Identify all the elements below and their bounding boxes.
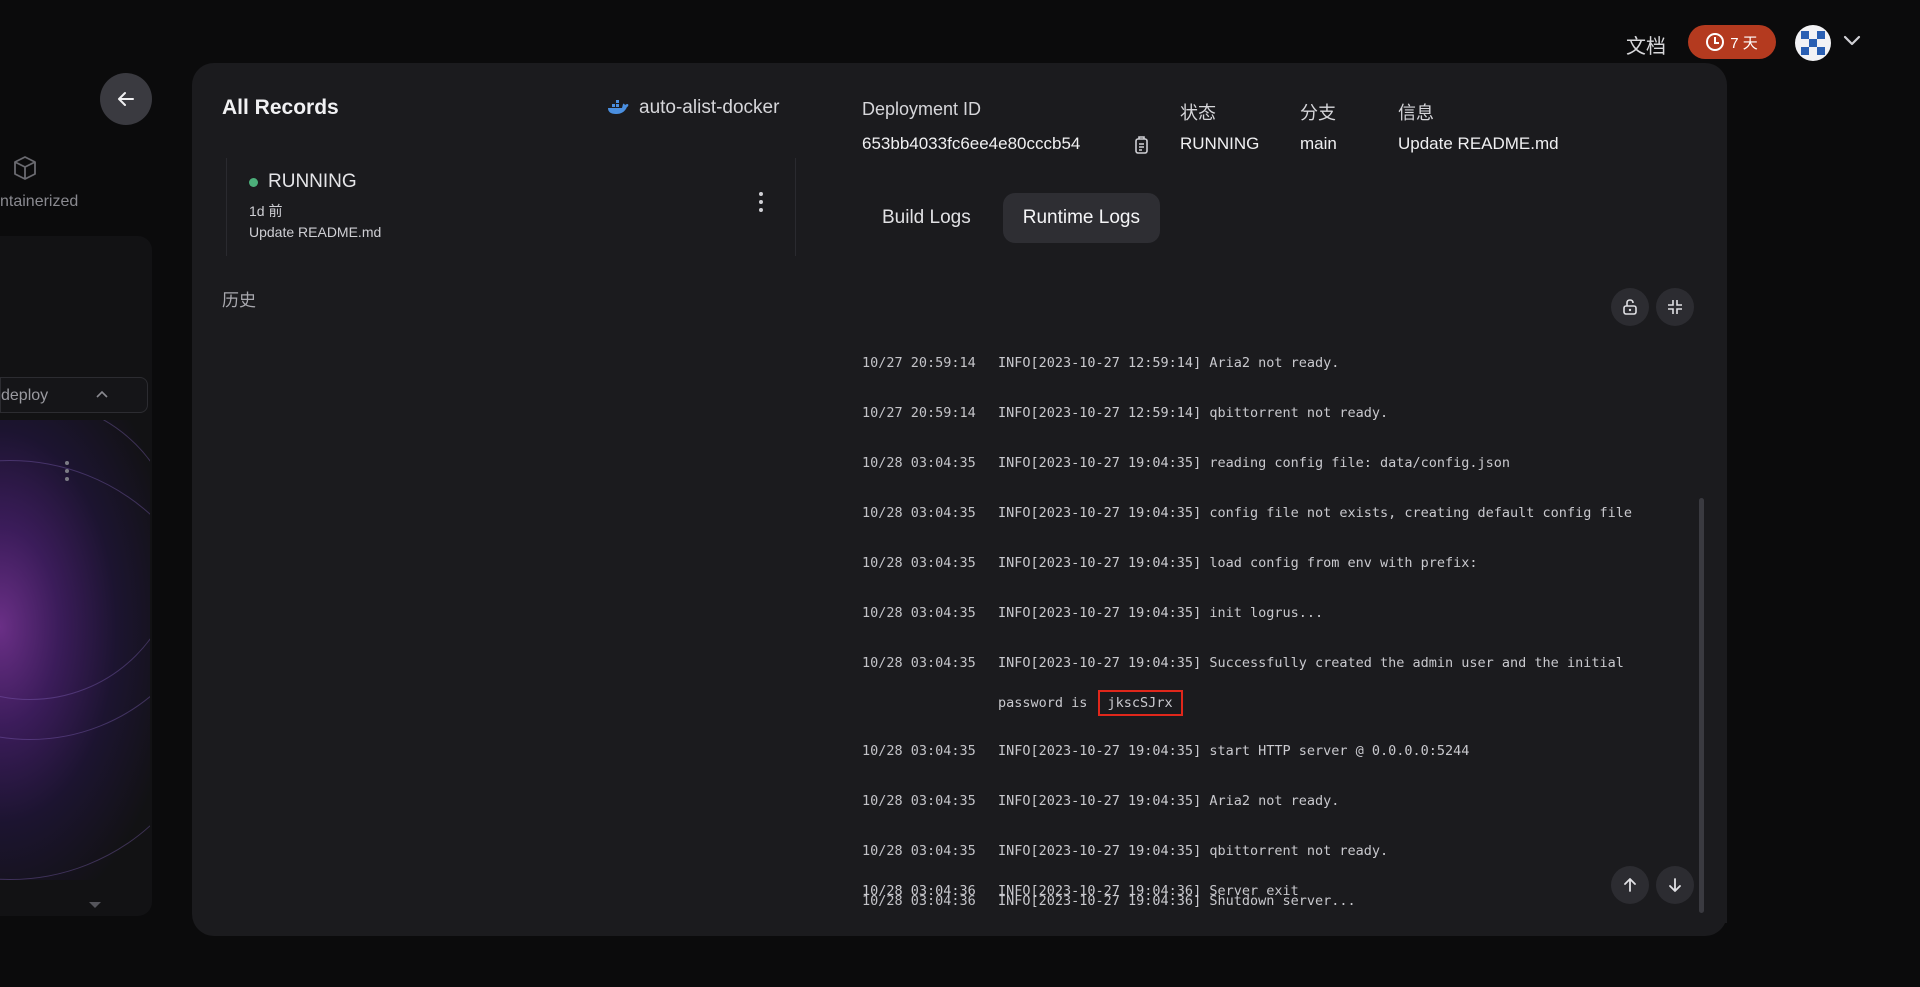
info-value: Update README.md <box>1398 134 1559 153</box>
trial-label: 7 天 <box>1730 34 1758 52</box>
record-message: Update README.md <box>249 224 382 240</box>
status-value: RUNNING <box>1180 134 1260 153</box>
deploy-label: deploy <box>1 387 49 404</box>
chevron-down-icon[interactable] <box>1840 28 1864 52</box>
info-label: 信息 <box>1398 103 1434 123</box>
scroll-top-button[interactable] <box>1611 866 1649 904</box>
password-highlight: jkscSJrx <box>1097 690 1183 716</box>
tab-runtime-logs[interactable]: Runtime Logs <box>1002 193 1160 243</box>
log-line: 10/28 03:04:35 INFO[2023-10-27 19:04:35]… <box>862 455 1511 471</box>
records-title: All Records <box>222 96 339 119</box>
log-line: 10/28 03:04:35 INFO[2023-10-27 19:04:35]… <box>862 555 1478 571</box>
deploy-select[interactable]: deploy <box>0 377 148 413</box>
background-page: ntainerized deploy <box>0 60 160 960</box>
tab-build-logs[interactable]: Build Logs <box>862 193 991 243</box>
more-vertical-icon[interactable] <box>751 188 771 216</box>
arrow-left-icon <box>118 92 134 106</box>
record-item[interactable]: RUNNING 1d 前 Update README.md <box>226 158 796 256</box>
back-button[interactable] <box>100 73 152 125</box>
deployment-panel: Deployment ID 653bb4033fc6ee4e80cccb54 状… <box>832 63 1727 936</box>
deployment-id-label: Deployment ID <box>862 99 982 119</box>
log-line: 10/28 03:04:35 INFO[2023-10-27 19:04:35]… <box>862 655 1624 671</box>
log-line: 10/28 03:04:35 INFO[2023-10-27 19:04:35]… <box>862 843 1389 859</box>
log-line: 10/28 03:04:35 INFO[2023-10-27 19:04:35]… <box>862 793 1340 809</box>
collapse-button[interactable] <box>1656 288 1694 326</box>
deployment-id-value: 653bb4033fc6ee4e80cccb54 <box>862 134 1081 153</box>
log-line: 10/28 03:04:35 INFO[2023-10-27 19:04:35]… <box>862 605 1324 621</box>
copy-icon[interactable] <box>1132 135 1150 155</box>
docs-link[interactable]: 文档 <box>1626 30 1666 59</box>
record-status: RUNNING <box>249 171 357 193</box>
records-modal: All Records auto-alist-docker RUNNING 1d… <box>192 63 1727 936</box>
collapse-icon <box>1668 300 1682 314</box>
history-label: 历史 <box>222 291 256 310</box>
more-icon[interactable] <box>64 460 70 482</box>
docker-icon <box>608 100 629 114</box>
status-dot-icon <box>249 177 258 187</box>
records-panel: All Records auto-alist-docker RUNNING 1d… <box>192 63 832 936</box>
record-time: 1d 前 <box>249 203 283 219</box>
branch-value: main <box>1300 134 1337 153</box>
log-viewer[interactable]: 10/27 20:59:14 INFO[2023-10-27 12:59:14]… <box>832 263 1727 923</box>
background-artwork <box>0 420 150 880</box>
log-scrollbar[interactable] <box>1699 498 1704 913</box>
log-line: 10/27 20:59:14 INFO[2023-10-27 12:59:14]… <box>862 355 1340 371</box>
branch-label: 分支 <box>1300 103 1336 123</box>
chevron-up-icon <box>96 390 108 398</box>
avatar-pattern-icon <box>1801 31 1825 55</box>
log-line-continuation: password is jkscSJrx <box>998 690 1183 716</box>
record-status-label: RUNNING <box>268 171 357 192</box>
log-line: 10/28 03:04:35 INFO[2023-10-27 19:04:35]… <box>862 505 1632 521</box>
log-line: 10/28 03:04:36 INFO[2023-10-27 19:04:36]… <box>862 883 1299 899</box>
log-line: 10/28 03:04:35 INFO[2023-10-27 19:04:35]… <box>862 743 1470 759</box>
unlock-icon <box>1623 299 1637 315</box>
arrow-down-icon <box>1669 878 1681 892</box>
log-line: 10/27 20:59:14 INFO[2023-10-27 12:59:14]… <box>862 405 1389 421</box>
clock-icon <box>1706 33 1725 51</box>
arrow-up-icon <box>1624 878 1636 892</box>
avatar[interactable] <box>1795 25 1831 61</box>
caret-down-icon <box>89 902 101 908</box>
project-name: auto-alist-docker <box>639 97 780 118</box>
status-label: 状态 <box>1180 103 1216 123</box>
project-tag[interactable]: auto-alist-docker <box>607 97 779 119</box>
box-icon <box>14 156 36 180</box>
lock-button[interactable] <box>1611 288 1649 326</box>
trial-badge[interactable]: 7 天 <box>1688 25 1776 59</box>
log-tabs: Build Logs Runtime Logs <box>862 193 1160 243</box>
scroll-bottom-button[interactable] <box>1656 866 1694 904</box>
containerized-label: ntainerized <box>0 193 79 210</box>
